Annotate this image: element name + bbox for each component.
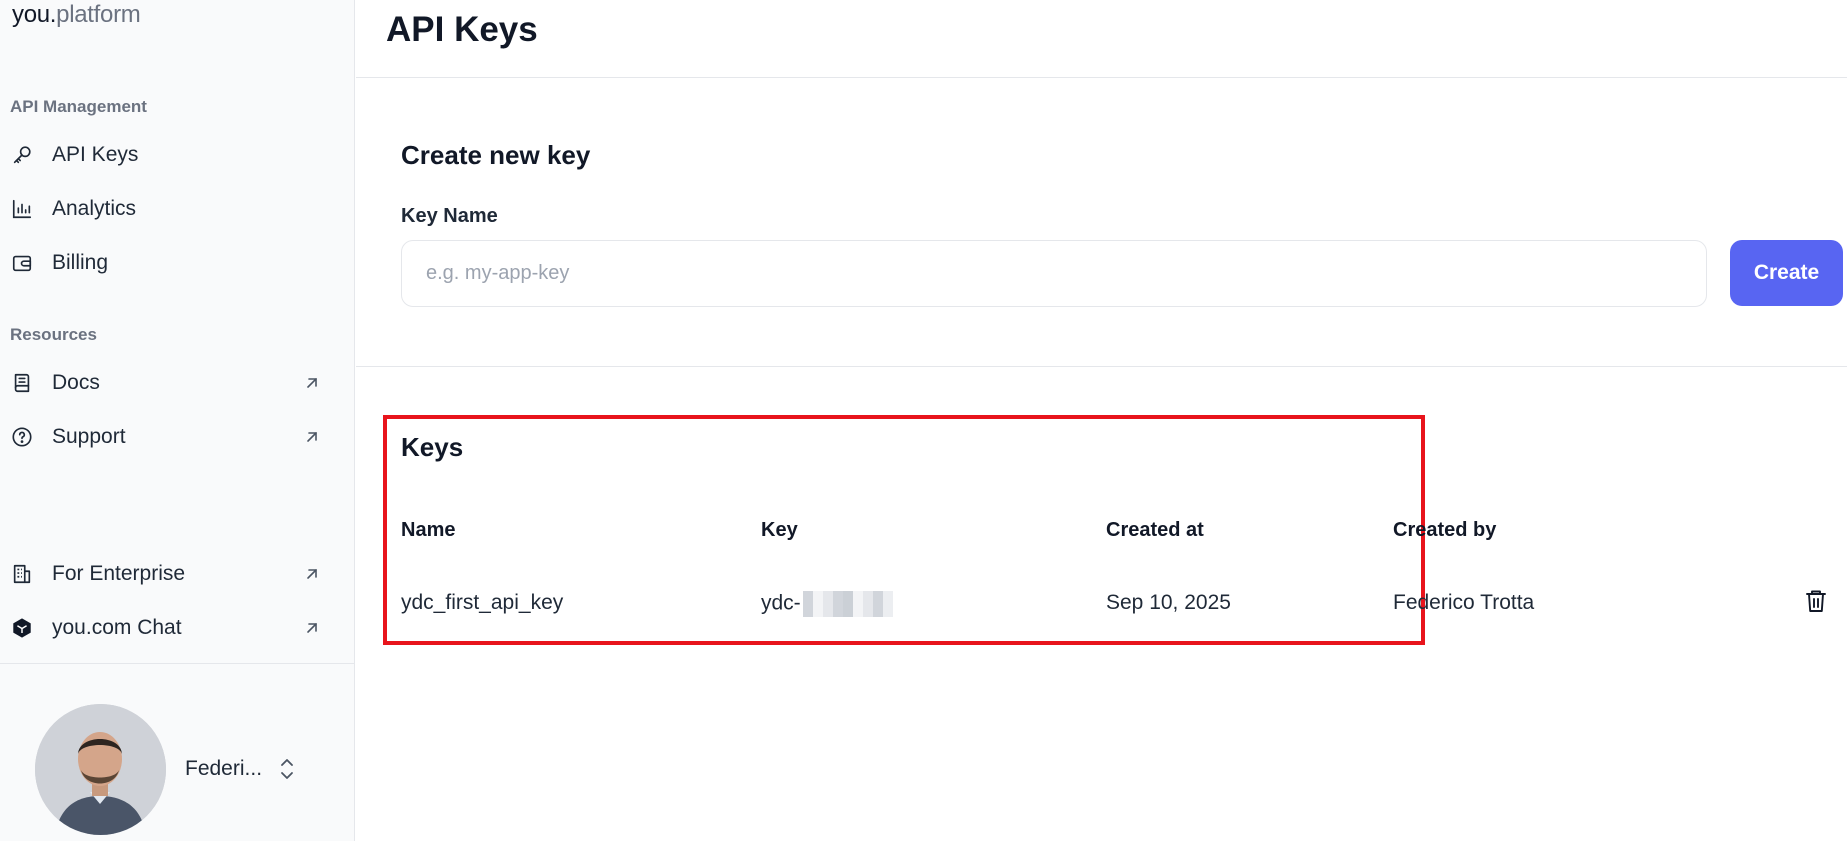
sidebar-item-for-enterprise[interactable]: For Enterprise <box>0 552 340 596</box>
brand-part1: you. <box>12 1 57 28</box>
external-link-icon <box>302 618 322 638</box>
brand-logo[interactable]: you.platform <box>12 1 141 29</box>
external-link-icon <box>302 373 322 393</box>
header-divider <box>356 77 1847 78</box>
chevron-up-down-icon <box>276 756 298 782</box>
create-key-title: Create new key <box>401 140 591 170</box>
sidebar-item-label: Analytics <box>52 197 137 220</box>
section-label-resources: Resources <box>10 325 97 344</box>
cell-key-value[interactable]: ydc- <box>761 591 893 617</box>
column-header-created-by: Created by <box>1393 519 1497 541</box>
external-link-icon <box>302 564 322 584</box>
sidebar-item-support[interactable]: Support <box>0 415 340 459</box>
column-header-created-at: Created at <box>1106 519 1204 541</box>
cell-created-at: Sep 10, 2025 <box>1106 591 1231 614</box>
keys-title: Keys <box>401 432 464 462</box>
brand-part2: platform <box>56 1 141 28</box>
bar-chart-icon <box>10 197 34 221</box>
key-name-label: Key Name <box>401 205 498 227</box>
page-title: API Keys <box>386 10 538 49</box>
help-circle-icon <box>10 425 34 449</box>
sidebar-item-docs[interactable]: Docs <box>0 361 340 405</box>
column-header-key: Key <box>761 519 798 541</box>
main-content: API Keys Create new key Key Name Create … <box>356 0 1847 841</box>
sidebar-divider <box>0 663 355 664</box>
sidebar-item-billing[interactable]: Billing <box>0 241 340 285</box>
redacted-key <box>802 591 893 617</box>
sidebar-item-api-keys[interactable]: API Keys <box>0 133 340 177</box>
cell-key-name: ydc_first_api_key <box>401 591 564 614</box>
sidebar-item-label: Support <box>52 425 126 448</box>
key-icon <box>10 143 34 167</box>
column-header-name: Name <box>401 519 456 541</box>
cell-created-by: Federico Trotta <box>1393 591 1535 614</box>
create-button[interactable]: Create <box>1730 240 1843 306</box>
sidebar-item-analytics[interactable]: Analytics <box>0 187 340 231</box>
key-name-input[interactable] <box>401 240 1707 307</box>
section-label-api-management: API Management <box>10 97 147 116</box>
sidebar-item-label: Docs <box>52 371 100 394</box>
user-name: Federi... <box>185 757 263 780</box>
external-link-icon <box>302 427 322 447</box>
building-icon <box>10 562 34 586</box>
you-logo-icon <box>10 616 34 640</box>
document-icon <box>10 371 34 395</box>
sidebar-item-label: For Enterprise <box>52 562 186 585</box>
user-menu[interactable]: Federi... <box>0 700 355 840</box>
sidebar-item-label: API Keys <box>52 143 139 166</box>
sidebar: you.platform API Management API Keys Ana… <box>0 0 355 841</box>
wallet-icon <box>10 251 34 275</box>
section-divider <box>356 366 1847 367</box>
sidebar-item-you-com-chat[interactable]: you.com Chat <box>0 606 340 650</box>
sidebar-item-label: Billing <box>52 251 109 274</box>
trash-icon[interactable] <box>1804 588 1832 618</box>
key-prefix: ydc- <box>761 591 801 615</box>
avatar <box>35 704 166 835</box>
sidebar-item-label: you.com Chat <box>52 616 182 639</box>
